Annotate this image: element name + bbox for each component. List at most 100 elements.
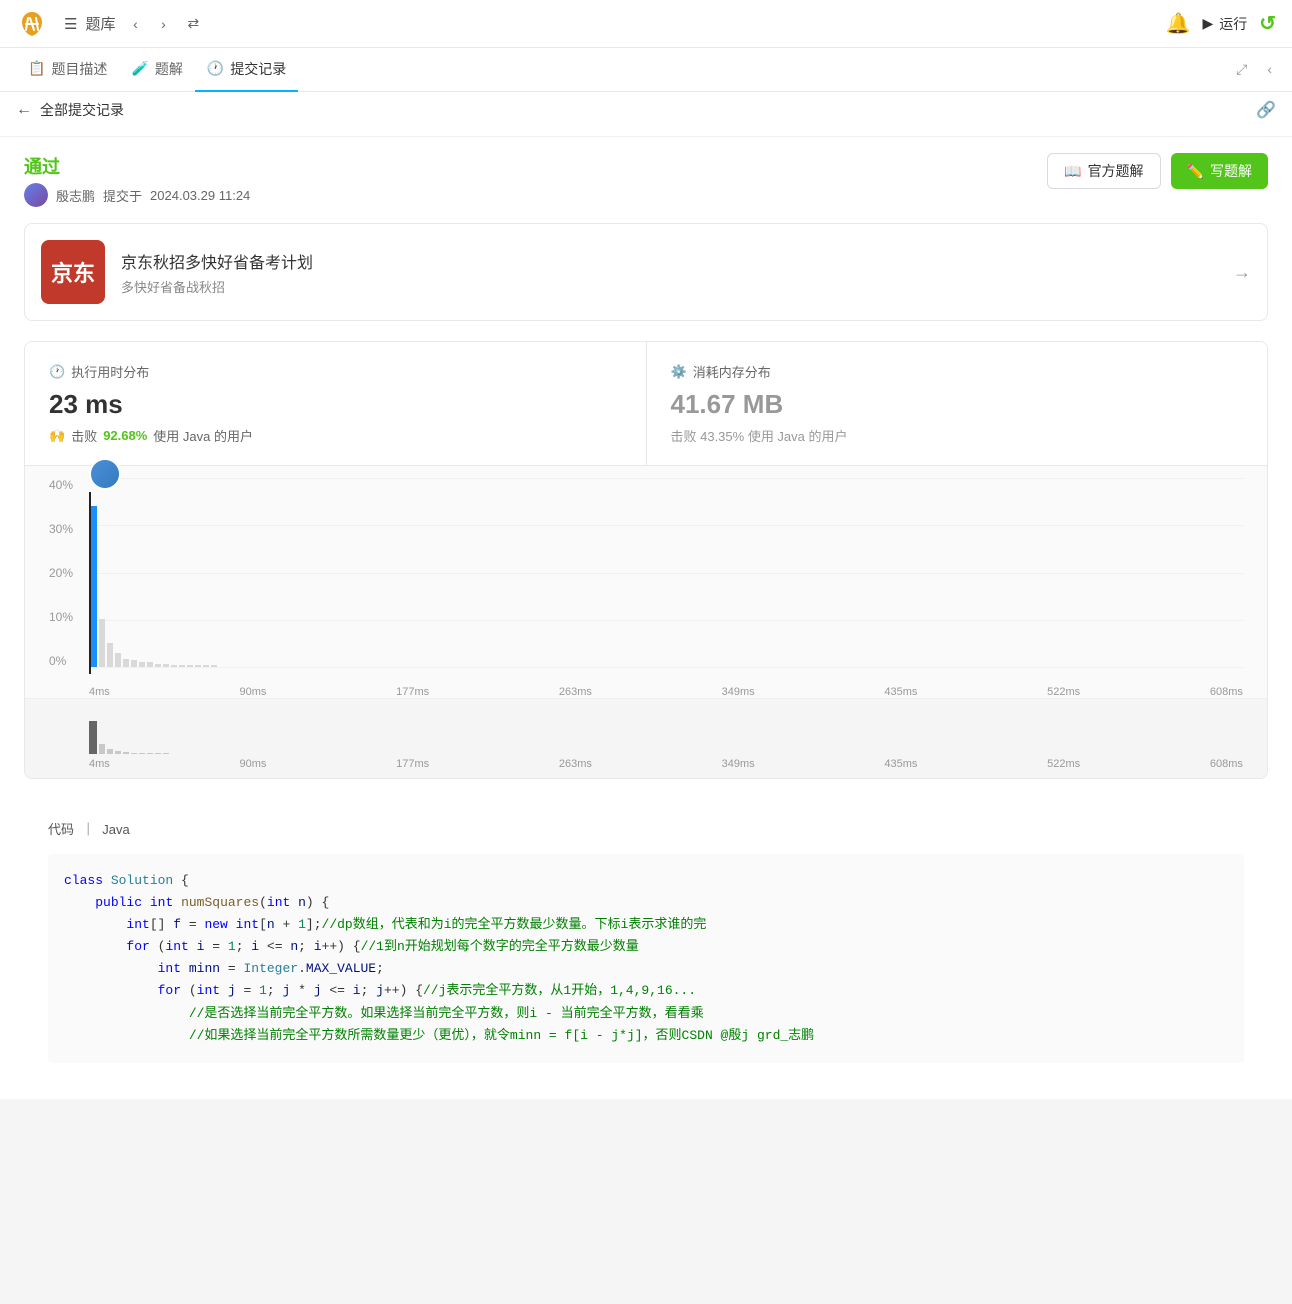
prev-problem-button[interactable]: ‹ [123, 12, 147, 36]
chart-bar [155, 664, 161, 667]
mem-title-label: 消耗内存分布 [693, 362, 771, 381]
link-icon[interactable]: 🔗 [1256, 100, 1276, 120]
chart-bar [195, 665, 201, 667]
chart-pointer [89, 458, 121, 490]
shuffle-button[interactable]: ⇄ [187, 15, 199, 32]
avatar [24, 183, 48, 207]
logo[interactable] [16, 8, 48, 40]
code-meta: 代码 ｜ Java [48, 819, 1244, 838]
memory-icon: ⚙️ [671, 364, 687, 380]
submission-actions: 📖 官方题解 ✏️ 写题解 [1047, 153, 1268, 189]
chart-bar [211, 665, 217, 667]
tab-submissions[interactable]: 🕐 提交记录 [195, 48, 298, 92]
mini-bar [139, 753, 145, 754]
time-panel-title: 🕐 执行用时分布 [49, 362, 622, 381]
chart-bar [139, 662, 145, 667]
code-lang-label: Java [102, 822, 129, 837]
notification-icon[interactable]: 🔔 [1166, 11, 1191, 36]
chart-bars [89, 478, 1243, 667]
mini-bar [115, 751, 121, 754]
submission-meta: 殷志鹏 提交于 2024.03.29 11:24 [24, 183, 250, 207]
submission-header: 通过 殷志鹏 提交于 2024.03.29 11:24 📖 官方题解 ✏️ 写题… [24, 153, 1268, 207]
main-chart: 40% 30% 20% 10% 0% [25, 465, 1267, 698]
mini-bar [147, 753, 153, 754]
chart-bar [187, 665, 193, 667]
memory-stats-panel: ⚙️ 消耗内存分布 41.67 MB 击败 43.35% 使用 Java 的用户 [647, 342, 1268, 465]
mini-bar [123, 752, 129, 754]
play-icon: ▶ [1202, 15, 1213, 32]
submissions-tab-label: 提交记录 [230, 59, 286, 79]
chart-area: 40% 30% 20% 10% 0% [49, 478, 1243, 698]
promo-logo: 京东 [41, 240, 105, 304]
nav-right: 🔔 ▶ 运行 ↺ [1166, 11, 1276, 36]
time-value: 23 ms [49, 389, 622, 420]
chart-bar [107, 643, 113, 667]
mini-x-labels: 4ms 90ms 177ms 263ms 349ms 435ms 522ms 6… [25, 758, 1267, 778]
beat-icon: 🙌 [49, 428, 65, 444]
problem-bank-nav[interactable]: ☰ 题库 [64, 13, 115, 34]
code-section: 代码 ｜ Java class Solution { public int nu… [24, 799, 1268, 1083]
beat-label: 击败 [71, 426, 97, 445]
code-meta-label: 代码 [48, 822, 74, 837]
beat-pct: 92.68% [103, 428, 147, 443]
mini-bar [107, 749, 113, 754]
time-title-label: 执行用时分布 [71, 362, 149, 381]
submission-status: 通过 [24, 153, 250, 179]
mini-bar [89, 721, 97, 754]
run-label: 运行 [1219, 14, 1247, 34]
mini-bar [99, 744, 105, 754]
stats-area: 🕐 执行用时分布 23 ms 🙌 击败 92.68% 使用 Java 的用户 ⚙… [24, 341, 1268, 779]
tab-description[interactable]: 📋 题目描述 [16, 48, 119, 92]
nav-list-icon: ☰ [64, 15, 77, 33]
mem-value: 41.67 MB [671, 389, 1244, 420]
mem-panel-title: ⚙️ 消耗内存分布 [671, 362, 1244, 381]
official-solution-button[interactable]: 📖 官方题解 [1047, 153, 1160, 189]
promo-content: 京东秋招多快好省备考计划 多快好省备战秋招 [121, 249, 1217, 296]
time-beat: 🙌 击败 92.68% 使用 Java 的用户 [49, 426, 622, 445]
solution-tab-icon: 🧪 [131, 60, 148, 77]
submissions-tab-icon: 🕐 [207, 60, 224, 77]
nav-arrows: ‹ › [123, 12, 175, 36]
mini-chart [25, 698, 1267, 758]
chart-pointer-line [89, 492, 91, 674]
submitter-name: 殷志鹏 [56, 186, 95, 205]
solution-tab-label: 题解 [155, 59, 183, 79]
submit-date: 2024.03.29 11:24 [150, 188, 250, 203]
chart-bar [131, 660, 137, 667]
mem-beat-label: 击败 43.35% 使用 Java 的用户 [671, 426, 1244, 445]
book-icon: 📖 [1064, 163, 1081, 180]
back-label[interactable]: 全部提交记录 [40, 100, 124, 120]
stats-top: 🕐 执行用时分布 23 ms 🙌 击败 92.68% 使用 Java 的用户 ⚙… [25, 342, 1267, 465]
next-problem-button[interactable]: › [151, 12, 175, 36]
description-tab-icon: 📋 [28, 60, 45, 77]
chart-bar [171, 665, 177, 667]
tabs-bar: 📋 题目描述 🧪 题解 🕐 提交记录 ⤢ ‹ [0, 48, 1292, 92]
sync-icon[interactable]: ↺ [1259, 11, 1276, 36]
promo-card[interactable]: 京东 京东秋招多快好省备考计划 多快好省备战秋招 → [24, 223, 1268, 321]
chart-bar [115, 653, 121, 667]
submit-text: 提交于 [103, 186, 142, 205]
clock-icon: 🕐 [49, 364, 65, 380]
chart-bar [163, 664, 169, 667]
submission-left: 通过 殷志鹏 提交于 2024.03.29 11:24 [24, 153, 250, 207]
back-button[interactable]: ← [16, 101, 32, 119]
description-tab-label: 题目描述 [51, 59, 107, 79]
chart-inner [89, 478, 1243, 668]
top-nav: ☰ 题库 ‹ › ⇄ 🔔 ▶ 运行 ↺ [0, 0, 1292, 48]
edit-icon: ✏️ [1187, 163, 1204, 180]
mini-bar [155, 753, 161, 754]
collapse-button[interactable]: ‹ [1263, 57, 1276, 82]
code-block[interactable]: class Solution { public int numSquares(i… [48, 854, 1244, 1063]
problem-bank-label: 题库 [85, 13, 115, 34]
fullscreen-button[interactable]: ⤢ [1232, 57, 1251, 82]
write-solution-button[interactable]: ✏️ 写题解 [1171, 153, 1268, 189]
write-btn-label: 写题解 [1210, 161, 1252, 181]
submission-area: 通过 殷志鹏 提交于 2024.03.29 11:24 📖 官方题解 ✏️ 写题… [0, 137, 1292, 1099]
chart-bar [123, 659, 129, 668]
promo-arrow-icon: → [1233, 262, 1251, 283]
tab-solution[interactable]: 🧪 题解 [119, 48, 194, 92]
beat-suffix: 使用 Java 的用户 [153, 426, 253, 445]
run-button[interactable]: ▶ 运行 [1202, 14, 1247, 34]
chart-y-labels: 40% 30% 20% 10% 0% [49, 478, 85, 668]
tab-actions: ⤢ ‹ [1232, 57, 1276, 82]
